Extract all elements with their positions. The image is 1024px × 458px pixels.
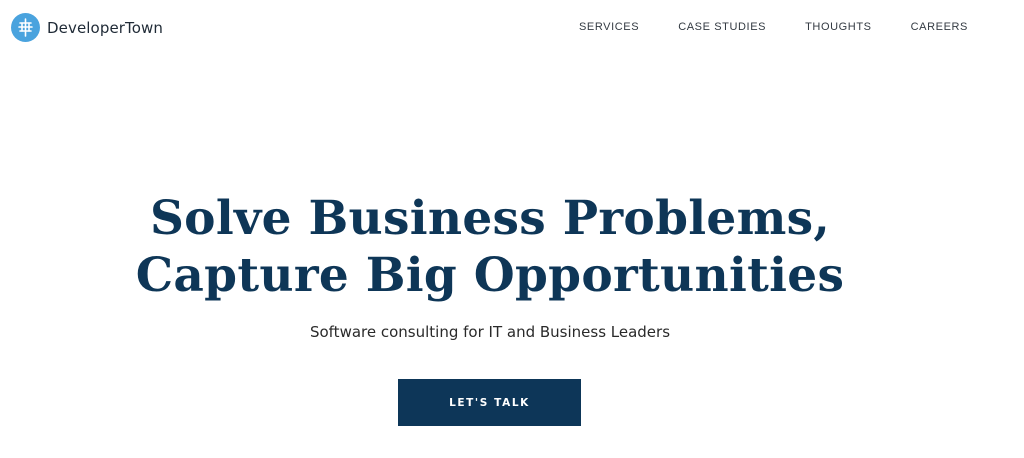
brand-home-link[interactable]: DeveloperTown [11,13,163,42]
hero-title: Solve Business Problems, Capture Big Opp… [0,190,980,304]
tree-icon [11,13,40,42]
main-nav: SERVICES CASE STUDIES THOUGHTS CAREERS [540,21,968,33]
hero-subtitle: Software consulting for IT and Business … [309,323,671,341]
brand-name: DeveloperTown [47,18,164,37]
lets-talk-button[interactable]: LET'S TALK [398,379,581,426]
nav-item-careers[interactable]: CAREERS [911,21,968,33]
hero-section: Solve Business Problems, Capture Big Opp… [0,190,980,341]
hero-title-line-2: Capture Big Opportunities [135,248,845,303]
nav-item-case-studies[interactable]: CASE STUDIES [678,21,766,33]
nav-item-thoughts[interactable]: THOUGHTS [805,21,872,33]
page: DeveloperTown SERVICES CASE STUDIES THOU… [0,0,1024,458]
site-header: DeveloperTown SERVICES CASE STUDIES THOU… [0,0,1024,56]
hero-title-line-1: Solve Business Problems, [149,191,831,246]
nav-item-services[interactable]: SERVICES [579,21,639,33]
